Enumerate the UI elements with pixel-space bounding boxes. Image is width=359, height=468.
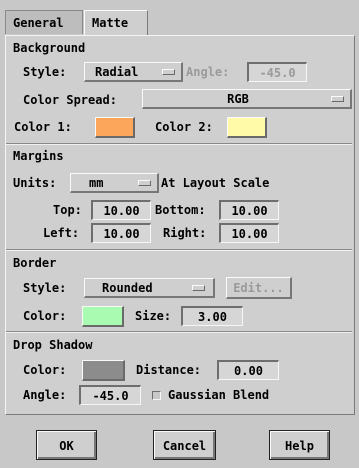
units-label: Units: xyxy=(13,176,57,190)
shadow-color-label: Color: xyxy=(23,363,67,377)
color1-swatch[interactable] xyxy=(95,117,135,138)
tab-general-label: General xyxy=(13,16,64,30)
background-style-menu[interactable]: Radial xyxy=(84,62,183,82)
bottom-label: Bottom: xyxy=(155,203,206,217)
right-label: Right: xyxy=(163,226,207,240)
color2-label: Color 2: xyxy=(155,120,213,134)
border-style-label: Style: xyxy=(23,281,67,295)
border-header: Border xyxy=(13,256,57,270)
background-style-label: Style: xyxy=(23,65,67,79)
border-style-menu[interactable]: Rounded xyxy=(84,278,215,298)
color2-swatch[interactable] xyxy=(227,117,267,138)
gaussian-blend-label: Gaussian Blend xyxy=(168,388,270,402)
section-divider xyxy=(6,249,352,251)
layout-scale-label: At Layout Scale xyxy=(161,176,270,190)
border-color-swatch[interactable] xyxy=(82,306,124,327)
section-divider xyxy=(6,331,352,333)
border-color-label: Color: xyxy=(23,309,67,323)
drop-shadow-header: Drop Shadow xyxy=(13,338,93,352)
color1-label: Color 1: xyxy=(14,120,72,134)
shadow-color-swatch[interactable] xyxy=(82,360,125,381)
color-spread-menu[interactable]: RGB xyxy=(142,89,352,109)
background-style-value: Radial xyxy=(95,65,139,79)
cancel-button[interactable]: Cancel xyxy=(153,430,216,460)
help-button[interactable]: Help xyxy=(269,430,330,460)
left-label: Left: xyxy=(43,226,80,240)
margins-header: Margins xyxy=(13,149,64,163)
background-header: Background xyxy=(13,41,86,55)
shadow-angle-field[interactable]: -45.0 xyxy=(79,385,141,405)
units-menu[interactable]: mm xyxy=(70,173,159,193)
angle-field[interactable]: -45.0 xyxy=(247,62,307,82)
edit-button[interactable]: Edit... xyxy=(226,277,292,299)
tab-matte-label: Matte xyxy=(92,16,129,30)
shadow-angle-label: Angle: xyxy=(23,388,67,402)
color-spread-label: Color Spread: xyxy=(23,93,117,107)
option-menu-indicator-icon xyxy=(331,96,344,102)
distance-field[interactable]: 0.00 xyxy=(217,360,279,380)
option-menu-indicator-icon xyxy=(138,180,151,186)
option-menu-indicator-icon xyxy=(192,285,205,291)
matte-panel: Background Style: Radial Angle: -45.0 Co… xyxy=(5,35,355,415)
border-style-value: Rounded xyxy=(102,281,153,295)
size-label: Size: xyxy=(135,309,172,323)
distance-label: Distance: xyxy=(136,363,202,377)
tab-matte[interactable]: Matte xyxy=(84,10,148,36)
color-spread-value: RGB xyxy=(227,92,249,106)
units-value: mm xyxy=(89,176,104,190)
border-size-field[interactable]: 3.00 xyxy=(181,306,243,326)
top-label: Top: xyxy=(53,203,82,217)
right-margin-field[interactable]: 10.00 xyxy=(219,223,279,243)
gaussian-blend-checkbox[interactable] xyxy=(152,391,161,400)
tab-general[interactable]: General xyxy=(5,10,83,34)
bottom-margin-field[interactable]: 10.00 xyxy=(219,200,279,220)
section-divider xyxy=(6,143,352,145)
left-margin-field[interactable]: 10.00 xyxy=(91,223,151,243)
top-margin-field[interactable]: 10.00 xyxy=(91,200,151,220)
ok-button[interactable]: OK xyxy=(36,430,97,460)
angle-label: Angle: xyxy=(186,65,230,79)
option-menu-indicator-icon xyxy=(162,69,175,75)
